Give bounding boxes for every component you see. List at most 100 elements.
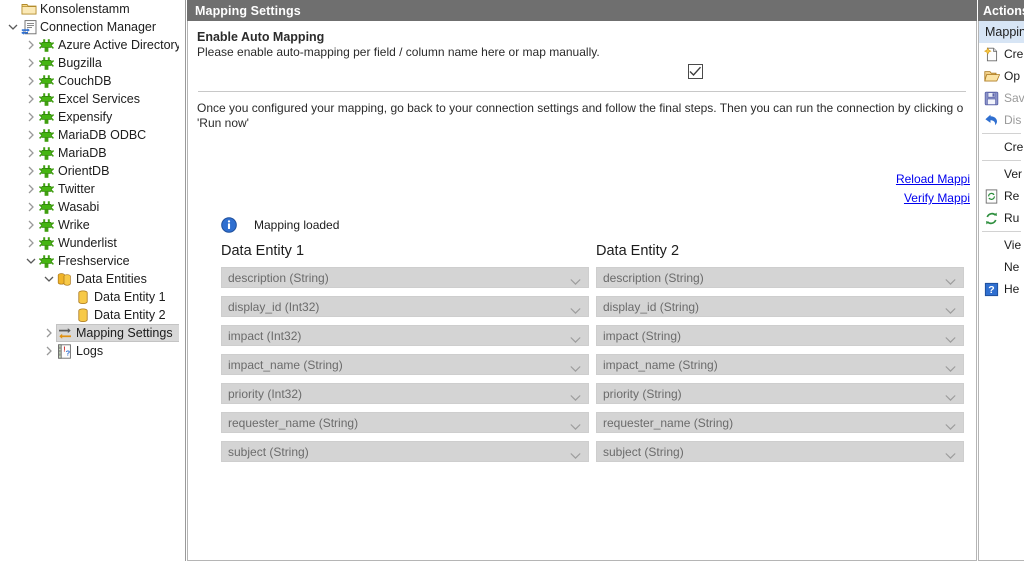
mapping-field-combobox[interactable]: impact_name (String) <box>221 354 589 375</box>
tree-item-mariadb-odbc[interactable]: MariaDB ODBC <box>0 126 179 144</box>
tree-item-label: Data Entity 2 <box>94 306 166 324</box>
action-item-label: Op <box>1004 69 1020 83</box>
chevron-right-icon[interactable] <box>24 72 38 90</box>
chevron-down-icon[interactable] <box>945 448 956 455</box>
new-document-icon <box>983 46 1000 62</box>
chevron-down-icon[interactable] <box>945 419 956 426</box>
chevron-right-icon[interactable] <box>24 144 38 162</box>
mapping-field-combobox[interactable]: display_id (String) <box>596 296 964 317</box>
tree-item-data-entities[interactable]: Data Entities <box>0 270 179 288</box>
tree-item-wrike[interactable]: Wrike <box>0 216 179 234</box>
chevron-down-icon[interactable] <box>945 274 956 281</box>
tree-item-logs[interactable]: !?Logs <box>0 342 179 360</box>
tree-item-mapping-settings[interactable]: Mapping Settings <box>0 324 179 342</box>
chevron-down-icon[interactable] <box>570 361 581 368</box>
tree-item-data-entity-1[interactable]: Data Entity 1 <box>0 288 179 306</box>
auto-mapping-description: Please enable auto-mapping per field / c… <box>197 45 976 60</box>
chevron-down-icon[interactable] <box>570 332 581 339</box>
chevron-down-icon[interactable] <box>570 448 581 455</box>
action-item[interactable]: Cre <box>979 43 1024 65</box>
save-disk-icon <box>983 90 1000 106</box>
data-entities-icon <box>56 271 73 287</box>
action-item[interactable]: Ne <box>979 256 1024 278</box>
enable-auto-mapping-checkbox[interactable] <box>688 64 703 79</box>
verify-mapping-link[interactable]: Verify Mappi <box>770 189 970 208</box>
tree-item-mariadb[interactable]: MariaDB <box>0 144 179 162</box>
chevron-down-icon[interactable] <box>945 303 956 310</box>
mapping-field-combobox[interactable]: display_id (Int32) <box>221 296 589 317</box>
chevron-down-icon[interactable] <box>570 274 581 281</box>
tree-item-azure-active-directory[interactable]: Azure Active Directory <box>0 36 179 54</box>
action-item[interactable]: Vie <box>979 234 1024 256</box>
mapping-field-combobox[interactable]: description (String) <box>596 267 964 288</box>
action-item[interactable]: Op <box>979 65 1024 87</box>
tree-item-orientdb[interactable]: OrientDB <box>0 162 179 180</box>
tree-item-couchdb[interactable]: CouchDB <box>0 72 179 90</box>
chevron-right-icon[interactable] <box>42 324 56 342</box>
tree-item-wasabi[interactable]: Wasabi <box>0 198 179 216</box>
data-entity-2-header: Data Entity 2 <box>596 243 964 261</box>
tree-item-expensify[interactable]: Expensify <box>0 108 179 126</box>
reload-mapping-link[interactable]: Reload Mappi <box>770 170 970 189</box>
tree-item-wunderlist[interactable]: Wunderlist <box>0 234 179 252</box>
tree-item-konsolenstamm[interactable]: Konsolenstamm <box>0 0 179 18</box>
tree-item-label: Excel Services <box>58 90 140 108</box>
chevron-down-icon[interactable] <box>42 270 56 288</box>
mapping-field-combobox[interactable]: impact (String) <box>596 325 964 346</box>
mapping-field-combobox[interactable]: subject (String) <box>596 441 964 462</box>
chevron-down-icon[interactable] <box>570 419 581 426</box>
chevron-right-icon[interactable] <box>24 36 38 54</box>
mapping-field-combobox[interactable]: impact (Int32) <box>221 325 589 346</box>
undo-arrow-icon <box>983 112 1000 128</box>
mapping-field-combobox[interactable]: requester_name (String) <box>221 412 589 433</box>
pane-splitter[interactable] <box>179 0 186 561</box>
open-folder-icon <box>983 68 1000 84</box>
chevron-down-icon[interactable] <box>570 390 581 397</box>
mapping-field-value: impact (String) <box>603 329 681 343</box>
chevron-right-icon[interactable] <box>24 126 38 144</box>
chevron-right-icon[interactable] <box>24 162 38 180</box>
action-item[interactable]: Cre <box>979 136 1024 158</box>
chevron-right-icon[interactable] <box>24 180 38 198</box>
tree-item-bugzilla[interactable]: Bugzilla <box>0 54 179 72</box>
chevron-down-icon[interactable] <box>6 18 20 36</box>
action-item-label: Ver <box>1004 167 1022 181</box>
action-item[interactable]: Ru <box>979 207 1024 229</box>
tree-item-twitter[interactable]: Twitter <box>0 180 179 198</box>
chevron-right-icon[interactable] <box>24 216 38 234</box>
chevron-down-icon[interactable] <box>945 332 956 339</box>
mapping-field-combobox[interactable]: description (String) <box>221 267 589 288</box>
action-separator <box>982 160 1021 161</box>
tree-item-label: Mapping Settings <box>76 324 173 342</box>
chevron-right-icon[interactable] <box>24 54 38 72</box>
tree-item-excel-services[interactable]: Excel Services <box>0 90 179 108</box>
mapping-field-combobox[interactable]: requester_name (String) <box>596 412 964 433</box>
action-item[interactable]: ?He <box>979 278 1024 300</box>
mapping-field-combobox[interactable]: impact_name (String) <box>596 354 964 375</box>
mapping-status: Mapping loaded <box>221 217 339 233</box>
chevron-down-icon[interactable] <box>570 303 581 310</box>
mapping-field-combobox[interactable]: priority (Int32) <box>221 383 589 404</box>
tree-item-data-entity-2[interactable]: Data Entity 2 <box>0 306 179 324</box>
chevron-right-icon[interactable] <box>24 90 38 108</box>
action-separator <box>982 231 1021 232</box>
connection-tree[interactable]: KonsolenstammConnection ManagerAzure Act… <box>0 0 179 360</box>
plug-icon <box>38 181 55 197</box>
mapping-field-combobox[interactable]: subject (String) <box>221 441 589 462</box>
tree-item-label: Azure Active Directory <box>58 36 179 54</box>
chevron-right-icon[interactable] <box>42 342 56 360</box>
chevron-right-icon[interactable] <box>24 198 38 216</box>
chevron-down-icon[interactable] <box>945 361 956 368</box>
chevron-right-icon[interactable] <box>24 108 38 126</box>
action-item[interactable]: Re <box>979 185 1024 207</box>
tree-item-label: Freshservice <box>58 252 130 270</box>
chevron-right-icon[interactable] <box>24 234 38 252</box>
chevron-down-icon[interactable] <box>945 390 956 397</box>
chevron-down-icon[interactable] <box>24 252 38 270</box>
tree-item-freshservice[interactable]: Freshservice <box>0 252 179 270</box>
plug-icon <box>38 109 55 125</box>
action-item[interactable]: Ver <box>979 163 1024 185</box>
tree-item-connection-manager[interactable]: Connection Manager <box>0 18 179 36</box>
mapping-field-combobox[interactable]: priority (String) <box>596 383 964 404</box>
action-item-label: Cre <box>1004 47 1023 61</box>
